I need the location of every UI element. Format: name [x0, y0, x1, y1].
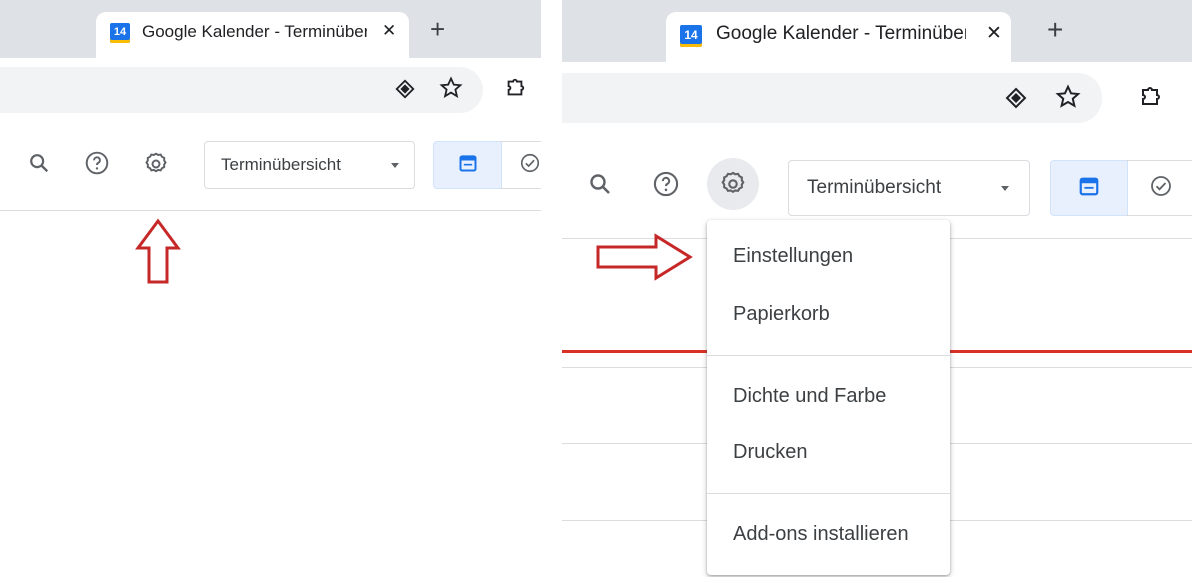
tasks-icon [519, 152, 541, 179]
view-selector-label: Terminübersicht [807, 177, 942, 198]
extensions-icon[interactable] [502, 75, 528, 101]
tab-title: Google Kalender - Terminübers [716, 23, 966, 44]
view-selector-label: Terminübersicht [221, 155, 341, 174]
calendar-header: Terminübersicht [0, 128, 541, 211]
settings-icon[interactable] [138, 146, 174, 182]
settings-icon[interactable] [707, 158, 759, 210]
calendar-icon [1078, 175, 1100, 202]
calendar-favicon-icon: 14 [110, 23, 130, 43]
menu-item-install-addons[interactable]: Add-ons installieren [707, 523, 950, 546]
tasks-view-toggle[interactable] [500, 141, 541, 189]
site-info-icon[interactable] [1002, 84, 1030, 112]
screenshot-after: 14 Google Kalender - Terminübers ✕ + Ter… [562, 0, 1192, 577]
star-icon[interactable] [1054, 83, 1082, 111]
tab-strip: 14 Google Kalender - Terminübers ✕ + [562, 0, 1192, 62]
close-tab-icon[interactable]: ✕ [986, 22, 1002, 45]
browser-toolbar [562, 62, 1192, 132]
browser-tab[interactable]: 14 Google Kalender - Terminübers ✕ [666, 12, 1011, 62]
view-selector-dropdown[interactable]: Terminübersicht [788, 160, 1030, 216]
calendar-view-toggle[interactable] [433, 141, 502, 189]
menu-item-density-color[interactable]: Dichte und Farbe [707, 385, 950, 408]
menu-item-trash[interactable]: Papierkorb [707, 303, 950, 326]
view-selector-dropdown[interactable]: Terminübersicht [204, 141, 415, 189]
new-tab-icon[interactable]: + [430, 14, 445, 45]
calendar-view-toggle[interactable] [1050, 160, 1128, 216]
screenshot-before: 14 Google Kalender - Terminübers ✕ + Ter… [0, 0, 541, 577]
close-tab-icon[interactable]: ✕ [382, 21, 396, 41]
tasks-view-toggle[interactable] [1126, 160, 1192, 216]
new-tab-icon[interactable]: + [1047, 14, 1063, 46]
star-icon[interactable] [438, 75, 464, 101]
search-icon[interactable] [582, 166, 618, 202]
dropdown-arrow-icon [1001, 186, 1009, 191]
calendar-icon [458, 153, 478, 178]
search-icon[interactable] [22, 146, 56, 180]
menu-divider [707, 355, 950, 356]
annotation-arrow-right [596, 233, 693, 281]
menu-item-settings[interactable]: Einstellungen [707, 245, 950, 268]
settings-menu: Einstellungen Papierkorb Dichte und Farb… [707, 220, 950, 575]
browser-toolbar [0, 58, 541, 123]
dropdown-arrow-icon [391, 163, 399, 168]
tasks-icon [1149, 174, 1173, 203]
menu-divider [707, 493, 950, 494]
site-info-icon[interactable] [392, 76, 418, 102]
annotation-arrow-up [135, 218, 181, 284]
calendar-favicon-icon: 14 [680, 25, 702, 47]
help-icon[interactable] [648, 166, 684, 202]
tab-title: Google Kalender - Terminübers [142, 22, 367, 41]
menu-item-print[interactable]: Drucken [707, 441, 950, 464]
tab-strip: 14 Google Kalender - Terminübers ✕ + [0, 0, 541, 58]
extensions-icon[interactable] [1136, 83, 1164, 111]
help-icon[interactable] [80, 146, 114, 180]
browser-tab[interactable]: 14 Google Kalender - Terminübers ✕ [96, 12, 409, 58]
